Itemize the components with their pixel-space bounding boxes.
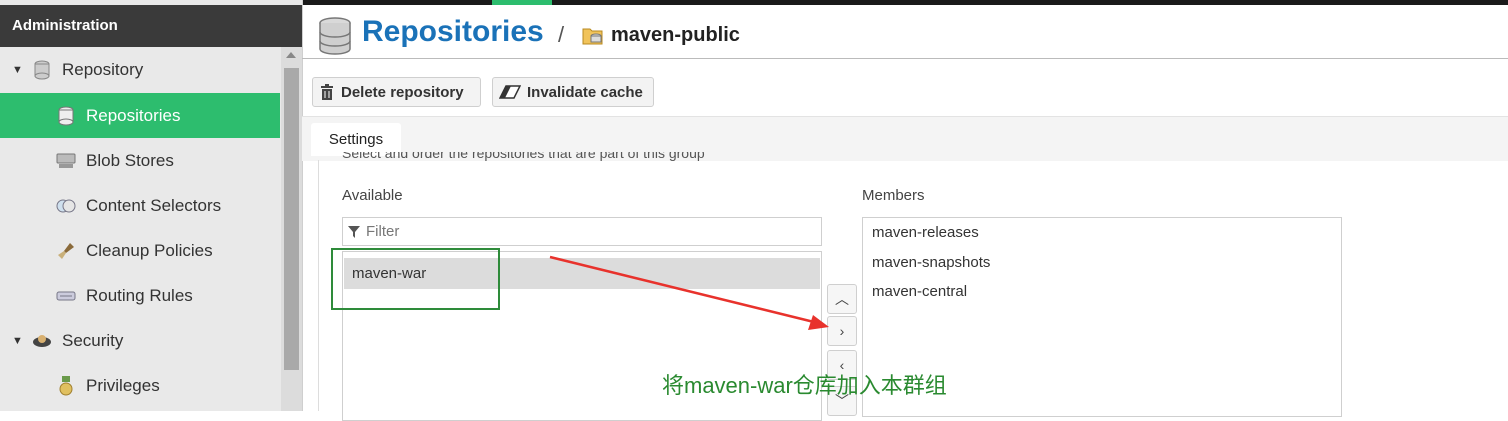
- sidebar-item-routing-rules[interactable]: Routing Rules: [0, 273, 280, 318]
- sidebar-title: Administration: [0, 5, 302, 47]
- sidebar-item-label: Privileges: [86, 375, 160, 395]
- sidebar-item-blob-stores[interactable]: Blob Stores: [0, 138, 280, 183]
- breadcrumb-separator: /: [558, 22, 565, 47]
- sidebar-item-label: Security: [62, 330, 124, 350]
- sidebar-item-cleanup-policies[interactable]: Cleanup Policies: [0, 228, 280, 273]
- server-icon: [56, 151, 76, 171]
- list-item[interactable]: maven-releases: [872, 224, 979, 241]
- sidebar-scroll-thumb[interactable]: [284, 68, 299, 370]
- sidebar-item-label: Content Selectors: [86, 195, 222, 215]
- members-label: Members: [862, 187, 925, 204]
- selector-icon: [56, 196, 76, 216]
- page-title: Repositories: [362, 15, 544, 48]
- chevron-up-icon: ︿: [835, 291, 849, 307]
- sidebar-item-label: Routing Rules: [86, 285, 193, 305]
- caret-down-icon[interactable]: ▼: [12, 335, 23, 347]
- sidebar-item-label: Cleanup Policies: [86, 240, 213, 260]
- scroll-up-icon[interactable]: [286, 52, 296, 58]
- available-label: Available: [342, 187, 403, 204]
- security-icon: [32, 331, 52, 351]
- highlight-box: [331, 248, 500, 310]
- sidebar-item-privileges[interactable]: Privileges: [0, 363, 280, 408]
- caret-down-icon[interactable]: ▼: [12, 64, 23, 76]
- database-icon: [32, 60, 52, 80]
- move-up-button[interactable]: ︿: [827, 284, 857, 314]
- sidebar-item-repositories[interactable]: Repositories: [0, 93, 280, 138]
- sidebar-item-security[interactable]: ▼ Security: [0, 318, 280, 363]
- add-to-members-button[interactable]: ›: [827, 316, 857, 346]
- chevron-right-icon: ›: [839, 323, 845, 339]
- annotation-text: 将maven-war仓库加入本群组: [662, 373, 947, 398]
- filter-placeholder: Filter: [366, 223, 400, 240]
- page-header: Repositories / maven-public: [302, 5, 1508, 59]
- route-icon: [56, 286, 76, 306]
- group-hint-text: Select and order the repositories that a…: [342, 152, 705, 161]
- sidebar-item-label: Blob Stores: [86, 150, 174, 170]
- delete-repository-button[interactable]: Delete repository: [312, 77, 481, 107]
- trash-icon: [319, 83, 335, 101]
- breadcrumb-current[interactable]: maven-public: [611, 24, 740, 47]
- delete-repository-label: Delete repository: [341, 83, 464, 101]
- eraser-icon: [499, 85, 521, 99]
- sidebar-item-label: Repositories: [86, 105, 181, 125]
- group-hint: Select and order the repositories that a…: [342, 152, 705, 164]
- filter-input[interactable]: Filter: [342, 217, 822, 246]
- sidebar-item-label: Repository: [62, 59, 144, 79]
- folder-database-icon: [582, 26, 604, 51]
- list-item[interactable]: maven-snapshots: [872, 254, 990, 271]
- filter-icon: [348, 225, 360, 238]
- sidebar-item-repository[interactable]: ▼ Repository: [0, 47, 280, 92]
- medal-icon: [56, 375, 76, 396]
- invalidate-cache-label: Invalidate cache: [527, 83, 643, 101]
- brush-icon: [56, 241, 76, 261]
- invalidate-cache-button[interactable]: Invalidate cache: [492, 77, 654, 107]
- sidebar: Administration ▼ Repository Repositories…: [0, 0, 303, 411]
- database-icon: [318, 17, 352, 60]
- database-icon: [56, 106, 76, 126]
- list-item[interactable]: maven-central: [872, 283, 967, 300]
- sidebar-item-content-selectors[interactable]: Content Selectors: [0, 183, 280, 228]
